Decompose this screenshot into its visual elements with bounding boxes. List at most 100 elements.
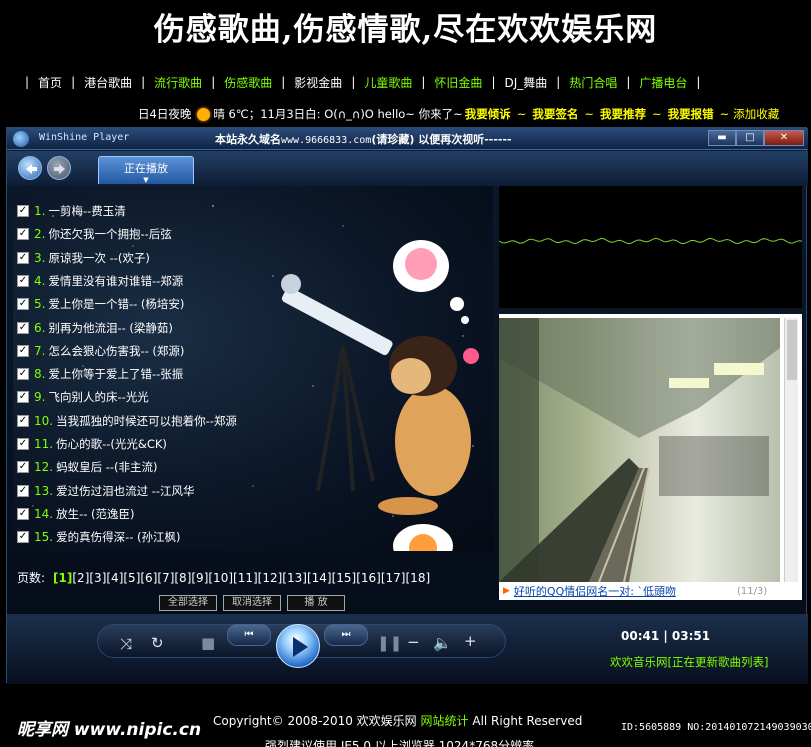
repeat-icon[interactable]: ↻: [151, 634, 164, 652]
play-selected-button[interactable]: 播 放: [287, 595, 345, 611]
song-checkbox[interactable]: ✓: [17, 414, 29, 427]
page-link[interactable]: [7]: [157, 571, 174, 585]
song-checkbox[interactable]: ✓: [17, 298, 29, 311]
song-title[interactable]: 爱过伤过泪也流过 --江风华: [56, 483, 194, 499]
video-caption-link[interactable]: 好听的QQ情侣网名一对: `低頭吻: [514, 583, 676, 599]
nav-link[interactable]: 影视金曲: [294, 74, 342, 91]
nav-link[interactable]: 儿童歌曲: [364, 74, 412, 91]
shuffle-icon[interactable]: ⤨: [120, 635, 132, 653]
song-item[interactable]: ✓ 7. 怎么会狠心伤害我-- (郑源): [17, 340, 184, 362]
song-item[interactable]: ✓ 9. 飞向别人的床--光光: [17, 386, 149, 408]
song-item[interactable]: ✓ 1. 一剪梅--费玉清: [17, 200, 126, 222]
video-scrollbar[interactable]: [784, 318, 798, 582]
stats-link[interactable]: 网站统计: [421, 714, 469, 728]
page-link[interactable]: [12]: [258, 571, 283, 585]
song-checkbox[interactable]: ✓: [17, 484, 29, 497]
song-title[interactable]: 蚂蚁皇后 --(非主流): [56, 459, 157, 475]
song-checkbox[interactable]: ✓: [17, 228, 29, 241]
page-link[interactable]: [8]: [174, 571, 191, 585]
song-item[interactable]: ✓ 2. 你还欠我一个拥抱--后弦: [17, 223, 172, 245]
link-recommend[interactable]: 我要推荐: [600, 106, 646, 122]
song-checkbox[interactable]: ✓: [17, 321, 29, 334]
song-item[interactable]: ✓ 13. 爱过伤过泪也流过 --江风华: [17, 480, 195, 502]
song-title[interactable]: 放生-- (范逸臣): [56, 506, 134, 522]
close-button[interactable]: ✕: [764, 130, 804, 146]
link-sign[interactable]: 我要签名: [532, 106, 578, 122]
link-confide[interactable]: 我要倾诉: [465, 106, 511, 122]
nav-link[interactable]: 首页: [38, 74, 62, 91]
page-link[interactable]: [13]: [282, 571, 307, 585]
song-checkbox[interactable]: ✓: [17, 531, 29, 544]
previous-button[interactable]: ⏮: [227, 624, 271, 646]
forward-button[interactable]: [47, 156, 71, 180]
song-title[interactable]: 爱上你等于爱上了错--张振: [48, 366, 183, 382]
page-link[interactable]: [6]: [140, 571, 157, 585]
song-title[interactable]: 原谅我一次 --(欢子): [48, 250, 149, 266]
song-title[interactable]: 爱情里没有谁对谁错--郑源: [48, 273, 183, 289]
maximize-button[interactable]: □: [736, 130, 764, 146]
page-link[interactable]: [3]: [89, 571, 106, 585]
song-item[interactable]: ✓ 15. 爱的真伤得深-- (孙江枫): [17, 526, 181, 548]
song-checkbox[interactable]: ✓: [17, 274, 29, 287]
mute-icon[interactable]: −: [407, 633, 420, 651]
song-checkbox[interactable]: ✓: [17, 438, 29, 450]
page-link[interactable]: [4]: [106, 571, 123, 585]
song-checkbox[interactable]: ✓: [17, 205, 29, 217]
add-favorite-link[interactable]: 添加收藏: [733, 106, 779, 122]
song-item[interactable]: ✓ 6. 别再为他流泪-- (梁静茹): [17, 317, 173, 339]
song-checkbox[interactable]: ✓: [17, 368, 29, 381]
play-button[interactable]: [276, 624, 320, 668]
nav-link[interactable]: 广播电台: [639, 74, 687, 91]
select-all-button[interactable]: 全部选择: [159, 595, 217, 611]
deselect-button[interactable]: 取消选择: [223, 595, 281, 611]
page-link[interactable]: [15]: [332, 571, 357, 585]
page-link[interactable]: [5]: [123, 571, 140, 585]
tab-now-playing[interactable]: 正在播放 ▼: [98, 156, 194, 184]
song-checkbox[interactable]: ✓: [17, 461, 29, 474]
song-title[interactable]: 一剪梅--费玉清: [48, 203, 125, 219]
song-title[interactable]: 飞向别人的床--光光: [48, 389, 148, 405]
volume-icon[interactable]: 🔈: [433, 634, 452, 652]
page-link[interactable]: [18]: [406, 571, 431, 585]
song-checkbox[interactable]: ✓: [17, 507, 29, 520]
song-item[interactable]: ✓ 8. 爱上你等于爱上了错--张振: [17, 363, 183, 385]
song-item[interactable]: ✓ 5. 爱上你是一个错-- (杨培安): [17, 293, 184, 315]
song-checkbox[interactable]: ✓: [17, 391, 29, 404]
song-title[interactable]: 怎么会狠心伤害我-- (郑源): [48, 343, 184, 359]
nav-link[interactable]: DJ_舞曲: [504, 74, 547, 91]
nav-link[interactable]: 热门合唱: [569, 74, 617, 91]
nav-link[interactable]: 港台歌曲: [84, 74, 132, 91]
next-button[interactable]: ⏭: [324, 624, 368, 646]
song-title[interactable]: 当我孤独的时候还可以抱着你--郑源: [56, 413, 237, 429]
page-link[interactable]: [1]: [53, 571, 72, 585]
song-title[interactable]: 你还欠我一个拥抱--后弦: [48, 226, 171, 242]
page-link[interactable]: [11]: [233, 571, 258, 585]
page-link[interactable]: [14]: [307, 571, 332, 585]
page-link[interactable]: [9]: [191, 571, 208, 585]
volume-up-icon[interactable]: +: [464, 632, 477, 650]
page-link[interactable]: [17]: [381, 571, 406, 585]
song-item[interactable]: ✓ 11. 伤心的歌--(光光&CK): [17, 433, 167, 455]
stop-icon[interactable]: ■: [201, 634, 215, 652]
back-button[interactable]: [18, 156, 42, 180]
song-title[interactable]: 别再为他流泪-- (梁静茹): [48, 320, 172, 336]
song-title[interactable]: 爱上你是一个错-- (杨培安): [48, 296, 184, 312]
minimize-button[interactable]: ▬: [708, 130, 736, 146]
song-item[interactable]: ✓ 12. 蚂蚁皇后 --(非主流): [17, 456, 158, 478]
page-link[interactable]: [16]: [356, 571, 381, 585]
song-item[interactable]: ✓ 3. 原谅我一次 --(欢子): [17, 247, 150, 269]
nav-link[interactable]: 流行歌曲: [154, 74, 202, 91]
song-checkbox[interactable]: ✓: [17, 251, 29, 264]
link-report[interactable]: 我要报错: [668, 106, 714, 122]
page-link[interactable]: [10]: [208, 571, 233, 585]
song-title[interactable]: 伤心的歌--(光光&CK): [56, 436, 167, 452]
pause-icon[interactable]: ❚❚: [377, 634, 402, 652]
song-title[interactable]: 爱的真伤得深-- (孙江枫): [56, 529, 180, 545]
nav-link[interactable]: 伤感歌曲: [224, 74, 272, 91]
song-item[interactable]: ✓ 4. 爱情里没有谁对谁错--郑源: [17, 270, 183, 292]
song-item[interactable]: ✓ 10. 当我孤独的时候还可以抱着你--郑源: [17, 410, 237, 432]
song-checkbox[interactable]: ✓: [17, 344, 29, 357]
song-item[interactable]: ✓ 14. 放生-- (范逸臣): [17, 503, 135, 525]
page-link[interactable]: [2]: [72, 571, 89, 585]
nav-link[interactable]: 怀旧金曲: [434, 74, 482, 91]
